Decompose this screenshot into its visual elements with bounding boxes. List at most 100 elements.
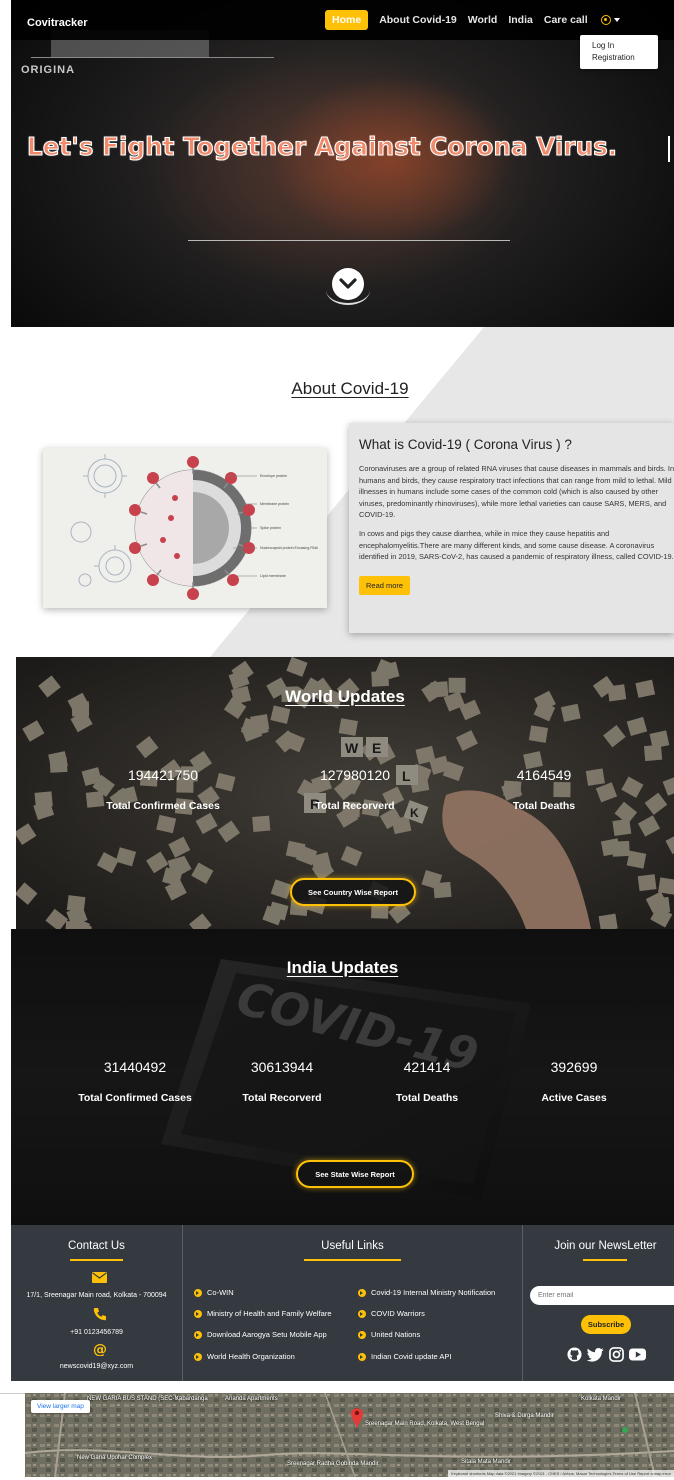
map-label-ananda: Ananda Apartments <box>225 1396 278 1402</box>
brand-logo[interactable]: Covitracker <box>27 17 88 29</box>
info-paragraph-2: In cows and pigs they cause diarrhea, wh… <box>359 528 674 562</box>
newsletter-underline <box>583 1259 627 1261</box>
github-icon[interactable] <box>567 1347 582 1362</box>
about-title: About Covid-19 <box>291 379 409 398</box>
origin-line <box>31 57 274 58</box>
india-recovered-value: 30613944 <box>250 1059 314 1075</box>
chevron-circle-right-icon <box>194 1309 202 1318</box>
footer-contact-column: Contact Us 17/1, Sreenagar Main road, Ko… <box>11 1225 182 1381</box>
origin-label: ORIGINA <box>21 64 76 76</box>
dropdown-login[interactable]: Log In <box>592 40 658 52</box>
hero-section: ORIGINA Covitracker Home About Covid-19 … <box>11 0 674 327</box>
country-report-button[interactable]: See Country Wise Report <box>290 878 416 906</box>
world-recovered-label: Total Recorverd <box>315 800 395 812</box>
chevron-circle-right-icon <box>194 1288 202 1297</box>
nav-link-home[interactable]: Home <box>325 10 369 30</box>
world-deaths-label: Total Deaths <box>512 800 576 812</box>
read-more-button[interactable]: Read more <box>359 575 411 595</box>
diagram-label-nucleocapsid: Nucleocapsid protein Encasing RNA <box>260 546 319 550</box>
contact-title: Contact Us <box>68 1240 125 1252</box>
map-label-radha-gobinda: Sreenagar Radha Gobinda Mandir <box>287 1461 379 1467</box>
link-ministry-health[interactable]: Ministry of Health and Family Welfare <box>194 1309 332 1318</box>
india-recovered-label: Total Recorverd <box>242 1092 322 1104</box>
contact-address: 17/1, Sreenagar Main road, Kolkata - 700… <box>26 1292 167 1299</box>
hero-divider <box>188 240 510 241</box>
user-dropdown-menu: Log In Registration <box>580 35 658 69</box>
user-menu-toggle[interactable] <box>600 15 620 25</box>
world-confirmed-value: 194421750 <box>127 767 199 783</box>
footer-newsletter-column: Join our NewsLetter Subscribe <box>523 1225 674 1381</box>
newsletter-title: Join our NewsLetter <box>554 1240 657 1252</box>
chevron-circle-right-icon <box>358 1352 366 1361</box>
link-cowin[interactable]: Co-WIN <box>194 1288 234 1297</box>
map-label-kolkata-mandir: Kolkata Mandir <box>581 1396 622 1402</box>
india-active-label: Active Cases <box>541 1092 607 1104</box>
chevron-circle-right-icon <box>194 1352 202 1361</box>
footer-links-column: Useful Links Co-WIN Ministry of Health a… <box>183 1225 522 1381</box>
hero-title: Let's Fight Together Against Corona Viru… <box>26 131 618 161</box>
diagram-label-spike: Spike protein <box>260 526 281 530</box>
youtube-icon[interactable] <box>629 1348 646 1361</box>
link-covid-api[interactable]: Indian Covid update API <box>358 1352 451 1361</box>
link-who[interactable]: World Health Organization <box>194 1352 295 1361</box>
contact-title-underline <box>70 1259 123 1261</box>
nav-links: Home About Covid-19 World India Care cal… <box>325 10 620 30</box>
map-label-kabardanga: Kabardanga <box>175 1396 208 1402</box>
world-updates-section: W E L R K World Updates 194421750 Total … <box>16 657 674 929</box>
nav-link-world[interactable]: World <box>468 10 498 30</box>
link-covid-warriors[interactable]: COVID Warriors <box>358 1309 425 1318</box>
useful-links-title: Useful Links <box>321 1240 384 1252</box>
india-active-value: 392699 <box>550 1059 598 1075</box>
nav-link-india[interactable]: India <box>508 10 533 30</box>
about-section: About Covid-19 Envelope protein Membrane… <box>0 327 674 657</box>
twitter-icon[interactable] <box>587 1347 604 1362</box>
phone-icon <box>93 1308 106 1321</box>
world-recovered-value: 127980120 <box>319 767 391 783</box>
india-deaths-label: Total Deaths <box>395 1092 459 1104</box>
map-attribution: Keyboard shortcuts Map data ©2021 Imager… <box>448 1470 674 1477</box>
embedded-map[interactable]: View larger map NEW GARIA BUS STAND (SEC… <box>25 1393 674 1477</box>
svg-text:@: @ <box>93 1342 107 1356</box>
coronavirus-diagram: Envelope protein Membrane protein Spike … <box>70 454 319 600</box>
world-title: World Updates <box>285 687 405 706</box>
chevron-circle-right-icon <box>358 1288 366 1297</box>
navbar: Covitracker Home About Covid-19 World In… <box>11 0 674 40</box>
chevron-down-icon <box>339 278 357 289</box>
link-ministry-notification[interactable]: Covid-19 Internal Ministry Notification <box>358 1288 495 1297</box>
chevron-circle-right-icon <box>358 1330 366 1339</box>
map-label-bus-stand: NEW GARIA BUS STAND (SEC-V) <box>87 1396 181 1402</box>
map-label-sitala-mata: Sitala Mata Mandir <box>461 1459 512 1465</box>
state-report-button[interactable]: See State Wise Report <box>296 1160 414 1188</box>
chevron-circle-right-icon <box>194 1330 202 1339</box>
covid-info-card: What is Covid-19 ( Corona Virus ) ? Coro… <box>349 423 674 633</box>
page-edge-line <box>0 1393 25 1394</box>
scroll-down-button[interactable] <box>332 268 364 300</box>
india-confirmed-value: 31440492 <box>103 1059 167 1075</box>
link-aarogya-setu[interactable]: Download Aarogya Setu Mobile App <box>194 1330 327 1339</box>
info-heading: What is Covid-19 ( Corona Virus ) ? <box>359 437 572 452</box>
contact-email[interactable]: newscovid19@xyz.com <box>11 1363 182 1370</box>
diagram-label-envelope: Envelope protein <box>260 474 287 478</box>
dropdown-registration[interactable]: Registration <box>592 52 658 64</box>
world-deaths-value: 4164549 <box>516 767 572 783</box>
nav-link-care-call[interactable]: Care call <box>544 10 588 30</box>
virus-diagram-card: Envelope protein Membrane protein Spike … <box>43 448 327 608</box>
useful-links-underline <box>304 1259 401 1261</box>
subscribe-button[interactable]: Subscribe <box>581 1315 631 1334</box>
nav-link-about[interactable]: About Covid-19 <box>379 10 457 30</box>
link-united-nations[interactable]: United Nations <box>358 1330 420 1339</box>
instagram-icon[interactable] <box>609 1347 624 1362</box>
map-label-new-garia: New Garia Upohar Complex <box>77 1455 153 1461</box>
map-label-sreenagar: Sreenagar Main Road, Kolkata, West Benga… <box>365 1421 485 1427</box>
world-confirmed-label: Total Confirmed Cases <box>106 800 220 812</box>
india-deaths-value: 421414 <box>403 1059 451 1075</box>
chevron-circle-right-icon <box>358 1309 366 1318</box>
view-larger-map-button[interactable]: View larger map <box>31 1400 90 1413</box>
diagram-label-lipid: Lipid membrane <box>260 574 286 578</box>
newsletter-email-input[interactable] <box>530 1286 674 1305</box>
india-title: India Updates <box>286 958 399 977</box>
caret-down-icon <box>613 18 620 22</box>
user-circle-icon <box>600 15 611 25</box>
envelope-icon <box>92 1272 107 1283</box>
footer: Contact Us 17/1, Sreenagar Main road, Ko… <box>11 1225 674 1381</box>
